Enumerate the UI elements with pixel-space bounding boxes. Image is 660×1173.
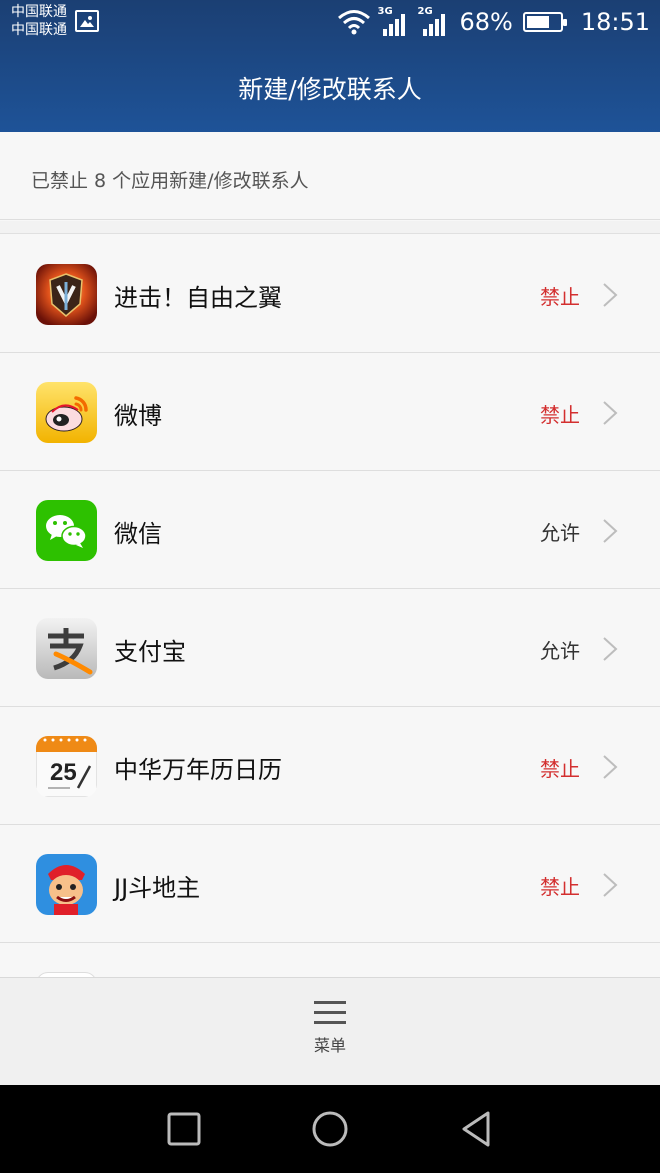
weibo-icon — [36, 382, 97, 443]
alipay-icon — [36, 618, 97, 679]
chevron-right-icon — [603, 755, 618, 779]
app-name: 进击！自由之翼 — [114, 284, 282, 312]
battery-fill — [526, 16, 549, 28]
notice-banner: 已禁止 8 个应用新建/修改联系人 — [0, 132, 660, 220]
app-name: 微信 — [114, 520, 162, 548]
system-nav-bar — [0, 1085, 660, 1173]
chevron-right-icon — [603, 519, 618, 543]
list-item[interactable]: 微信 允许 — [0, 471, 660, 589]
chevron-right-icon — [603, 401, 618, 425]
carrier-labels: 中国联通 中国联通 — [11, 3, 67, 39]
chevron-right-icon — [603, 637, 618, 661]
calendar-day: 25 — [50, 759, 77, 786]
section-divider — [0, 221, 660, 234]
permission-status: 禁止 — [540, 757, 580, 781]
permission-status: 允许 — [540, 639, 580, 663]
app-name: 支付宝 — [114, 638, 186, 666]
carrier-2: 中国联通 — [11, 22, 67, 38]
calendar-icon: 25 — [36, 736, 97, 797]
list-item[interactable]: 支付宝 允许 — [0, 589, 660, 707]
battery-icon — [522, 12, 567, 32]
back-icon[interactable] — [454, 1107, 498, 1151]
list-item[interactable]: 25 中华万年历日历 禁止 — [0, 707, 660, 825]
clock: 18:51 — [580, 8, 650, 36]
list-item[interactable]: 进击！自由之翼 禁止 — [0, 235, 660, 353]
battery-percent: 68% — [459, 8, 513, 36]
permission-status: 禁止 — [540, 403, 580, 427]
carrier-1: 中国联通 — [11, 4, 67, 20]
gallery-icon — [75, 10, 99, 32]
app-name: 中华万年历日历 — [114, 756, 282, 784]
chevron-right-icon — [603, 873, 618, 897]
notice-text: 已禁止 8 个应用新建/修改联系人 — [31, 170, 309, 192]
jj-doudizhu-icon — [36, 854, 97, 915]
menu-label: 菜单 — [313, 1036, 346, 1055]
attack-on-titan-icon — [36, 264, 97, 325]
top-bar: 中国联通 中国联通 3G 2G 68% 18:51 新建/修改联系人 — [0, 0, 660, 132]
signal-icon-2g: 2G — [417, 6, 451, 36]
permission-status: 允许 — [540, 521, 580, 545]
list-item[interactable]: JJ斗地主 禁止 — [0, 825, 660, 943]
bottom-bar: 菜单 — [0, 977, 660, 1085]
permission-status: 禁止 — [540, 875, 580, 899]
app-list: 进击！自由之翼 禁止 微博 禁止 微信 允许 支付宝 允许 25 中华万年历日历… — [0, 235, 660, 977]
chevron-right-icon — [603, 283, 618, 307]
home-icon[interactable] — [308, 1107, 352, 1151]
signal-icon-3g: 3G — [377, 6, 411, 36]
recents-icon[interactable] — [162, 1107, 206, 1151]
permission-status: 禁止 — [540, 285, 580, 309]
list-item-partial[interactable] — [0, 943, 660, 977]
list-item[interactable]: 微博 禁止 — [0, 353, 660, 471]
wifi-icon — [338, 10, 371, 35]
app-name: JJ斗地主 — [114, 874, 201, 902]
app-name: 微博 — [114, 402, 162, 430]
wechat-icon — [36, 500, 97, 561]
menu-icon — [314, 1001, 346, 1024]
page-title: 新建/修改联系人 — [238, 75, 422, 104]
status-icons: 3G 2G 68% 18:51 — [337, 4, 650, 40]
menu-button[interactable]: 菜单 — [290, 998, 370, 1078]
